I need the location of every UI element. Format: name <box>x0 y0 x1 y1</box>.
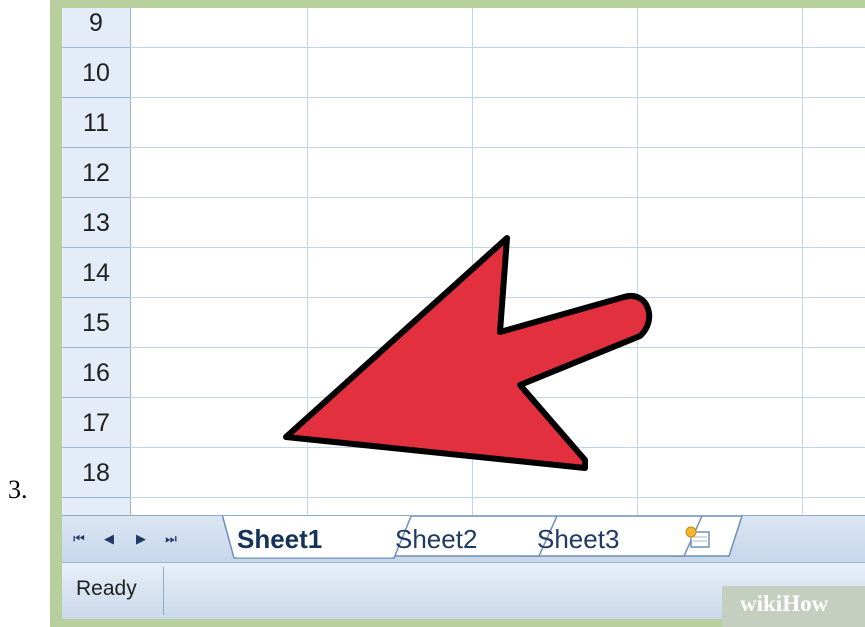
row-number-16[interactable]: 16 <box>62 348 130 398</box>
table-row: 17 <box>62 398 865 448</box>
column-gridline <box>637 8 638 515</box>
row-number-11[interactable]: 11 <box>62 98 130 148</box>
screenshot-frame: 9 10 11 12 13 14 15 16 17 18 ⏮ ◀ ▶ ⏭ Sheet1 Sheet… <box>50 0 865 627</box>
last-sheet-button[interactable]: ⏭ <box>162 528 180 550</box>
wikihow-watermark: wikiHow <box>722 586 865 627</box>
sheet3-tab[interactable]: Sheet3 <box>537 524 619 555</box>
sheet-tab-bar: ⏮ ◀ ▶ ⏭ Sheet1 Sheet2 Sheet3 <box>62 515 865 563</box>
watermark-suffix: How <box>782 591 829 616</box>
step-number: 3. <box>8 475 28 504</box>
worksheet-grid: 9 10 11 12 13 14 15 16 17 18 <box>62 8 865 515</box>
table-row: 12 <box>62 148 865 198</box>
row-number-12[interactable]: 12 <box>62 148 130 198</box>
row-number-15[interactable]: 15 <box>62 298 130 348</box>
table-row: 11 <box>62 98 865 148</box>
row-number-18[interactable]: 18 <box>62 448 130 498</box>
row-number-14[interactable]: 14 <box>62 248 130 298</box>
table-row: 10 <box>62 48 865 98</box>
sheet2-tab[interactable]: Sheet2 <box>395 524 477 555</box>
table-row: 9 <box>62 8 865 48</box>
column-gridline <box>472 8 473 515</box>
first-sheet-button[interactable]: ⏮ <box>70 528 88 550</box>
insert-worksheet-icon[interactable] <box>682 524 716 554</box>
status-divider <box>163 567 164 615</box>
next-sheet-button[interactable]: ▶ <box>132 528 150 550</box>
row-number-9[interactable]: 9 <box>62 8 130 48</box>
table-row: 14 <box>62 248 865 298</box>
table-row: 13 <box>62 198 865 248</box>
table-row: 16 <box>62 348 865 398</box>
column-gridline <box>802 8 803 515</box>
row-number-10[interactable]: 10 <box>62 48 130 98</box>
column-gridline <box>307 8 308 515</box>
row-number-13[interactable]: 13 <box>62 198 130 248</box>
row-number-17[interactable]: 17 <box>62 398 130 448</box>
table-row: 15 <box>62 298 865 348</box>
status-ready: Ready <box>76 577 137 600</box>
table-row: 18 <box>62 448 865 498</box>
sheet1-tab[interactable]: Sheet1 <box>237 524 322 555</box>
watermark-prefix: wiki <box>740 591 783 616</box>
previous-sheet-button[interactable]: ◀ <box>100 528 118 550</box>
